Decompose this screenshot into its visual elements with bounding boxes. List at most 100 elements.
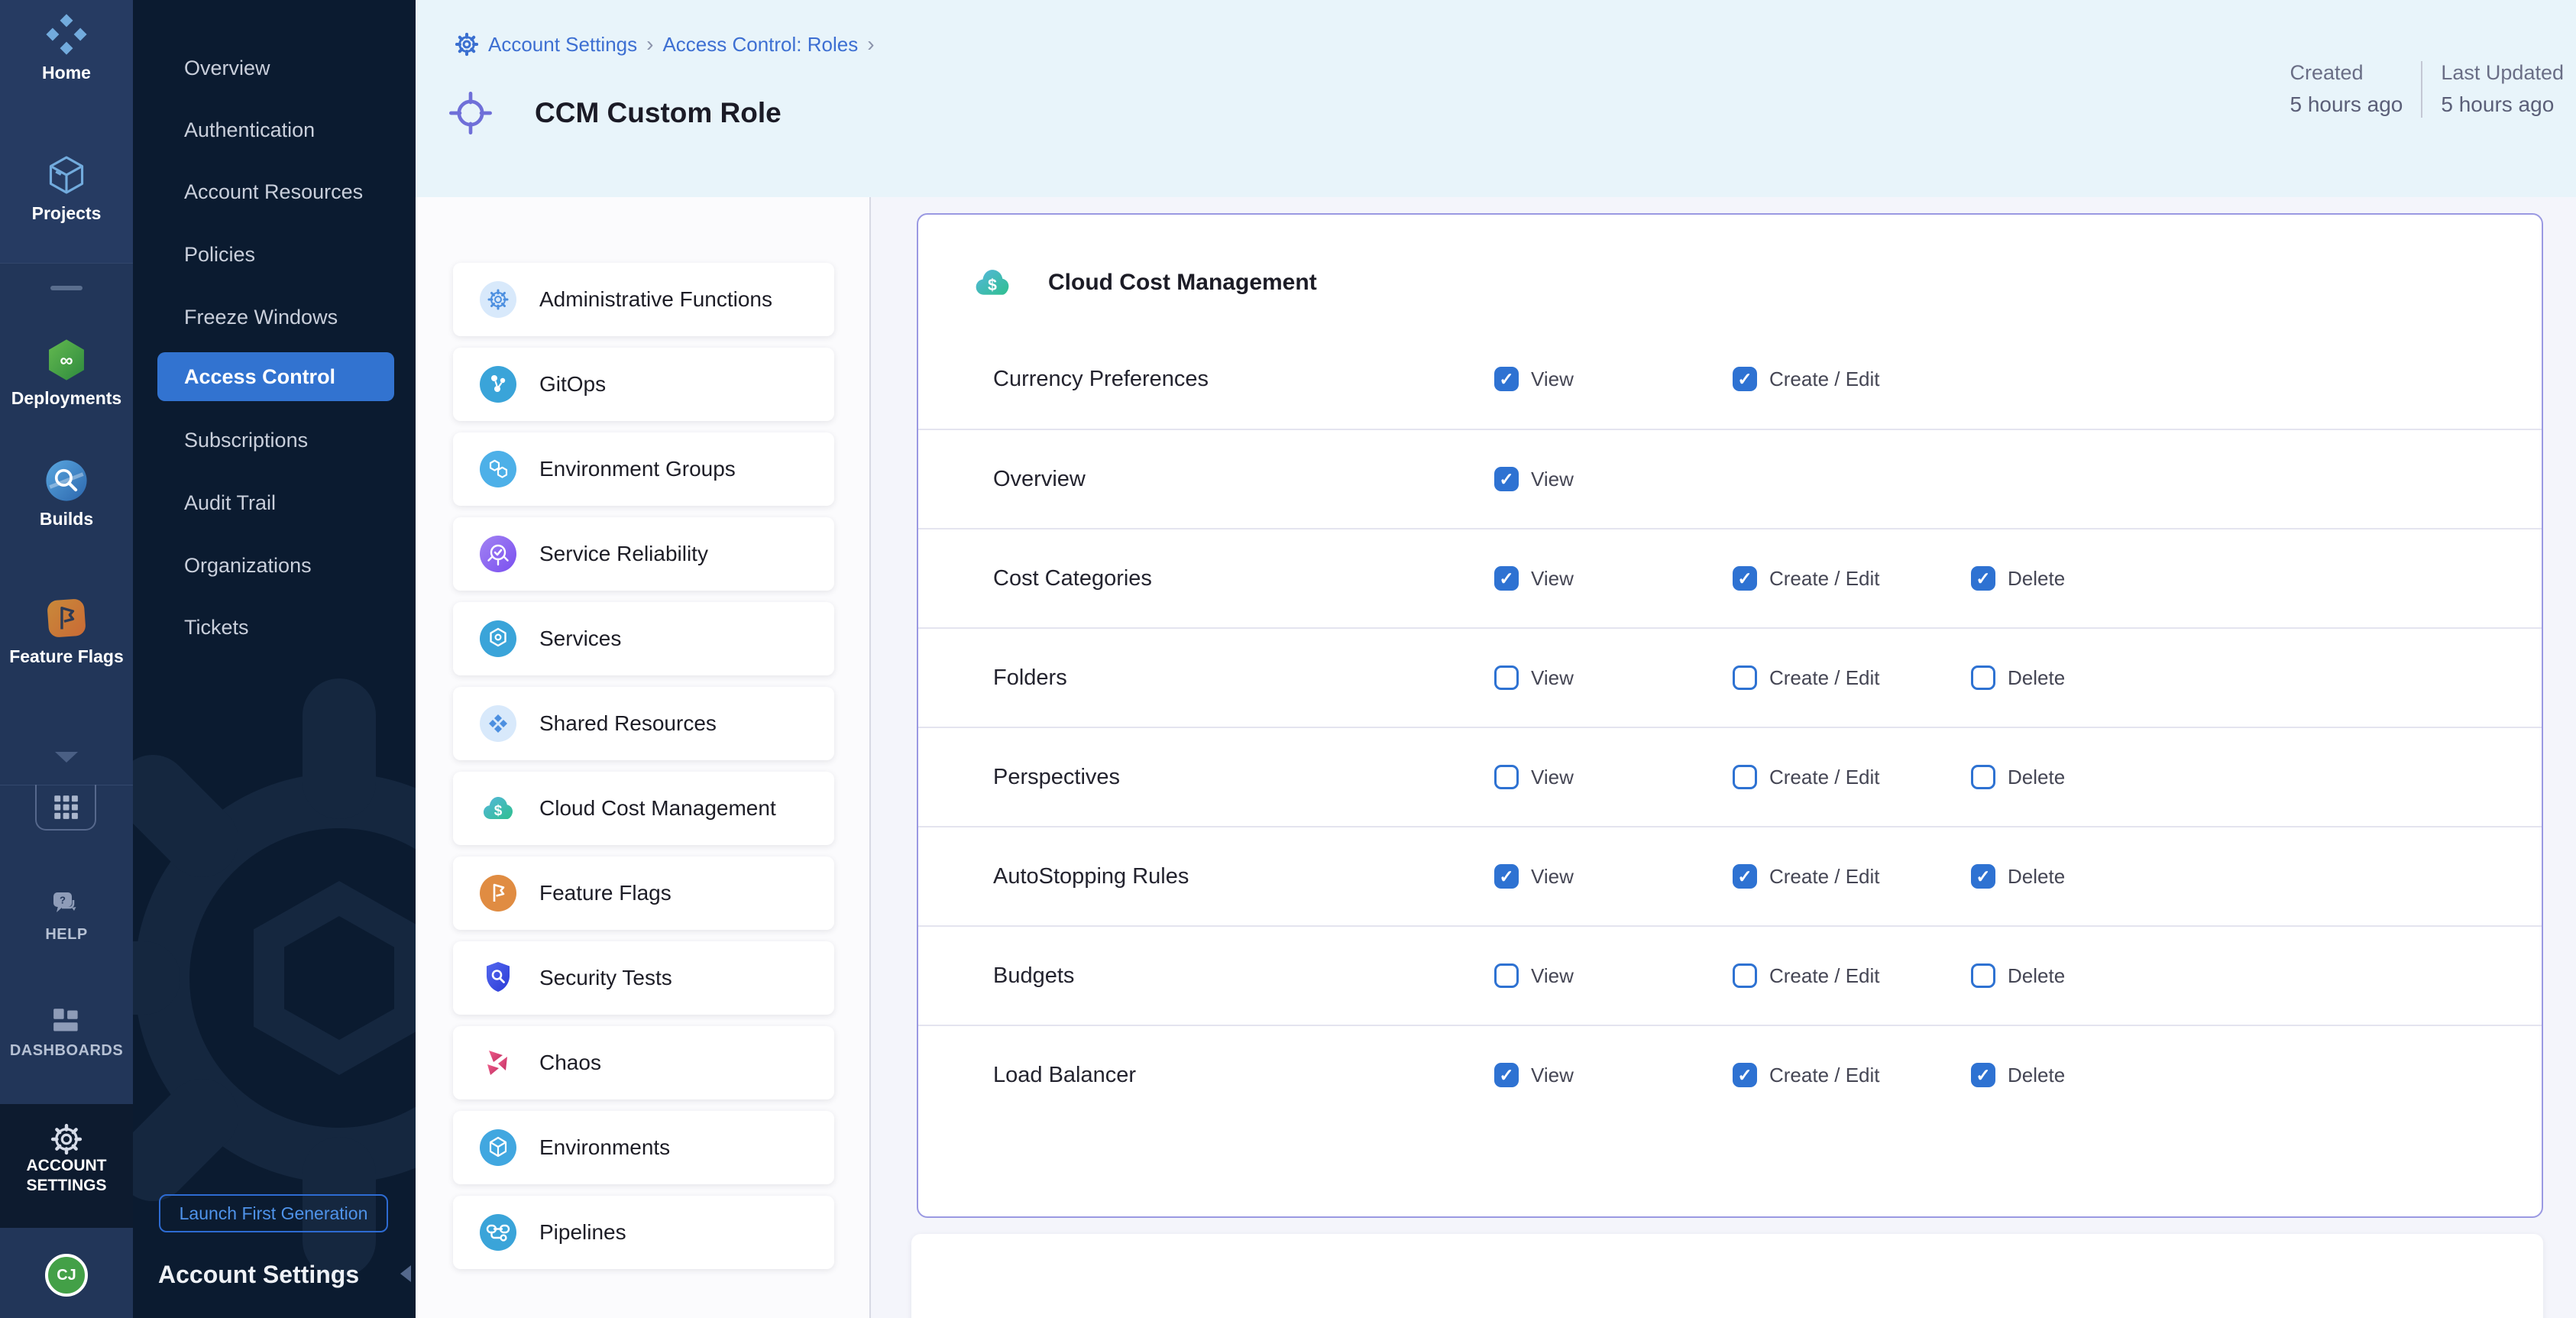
permission-cell-delete: Delete bbox=[1971, 927, 2065, 1025]
role-crosshair-icon bbox=[449, 92, 492, 134]
checkbox-view[interactable]: ✓ bbox=[1494, 566, 1519, 591]
checkbox-view[interactable] bbox=[1494, 963, 1519, 988]
permissions-area: $ Cloud Cost Management Currency Prefere… bbox=[872, 197, 2576, 1318]
resource-category-label: Shared Resources bbox=[539, 711, 717, 736]
subnav-item-access-control[interactable]: Access Control bbox=[157, 352, 394, 401]
sidebar-item-projects[interactable]: Projects bbox=[0, 153, 133, 223]
checkbox-delete[interactable] bbox=[1971, 765, 1995, 789]
subnav-item-tickets[interactable]: Tickets bbox=[133, 603, 416, 652]
modules-chevron-down-icon[interactable] bbox=[0, 750, 133, 768]
environments-icon bbox=[480, 1129, 516, 1166]
resource-category-label: Service Reliability bbox=[539, 542, 708, 566]
collapse-nav-icon[interactable] bbox=[396, 1262, 414, 1285]
checkbox-create-edit[interactable] bbox=[1733, 665, 1757, 690]
checkbox-delete[interactable]: ✓ bbox=[1971, 566, 1995, 591]
resource-category-cloud-cost-management[interactable]: $Cloud Cost Management bbox=[453, 772, 834, 845]
checkbox-label: Delete bbox=[2008, 666, 2065, 690]
checkbox-view[interactable]: ✓ bbox=[1494, 864, 1519, 889]
permission-row: Currency Preferences✓View✓Create / Edit bbox=[918, 329, 2542, 429]
checkbox-label: View bbox=[1531, 766, 1574, 789]
content-area: Account Settings›Access Control: Roles› … bbox=[416, 0, 2576, 1318]
checkbox-create-edit[interactable] bbox=[1733, 963, 1757, 988]
subnav-item-account-resources[interactable]: Account Resources bbox=[133, 167, 416, 216]
builds-icon bbox=[44, 458, 89, 503]
sidebar-item-deployments[interactable]: ∞Deployments bbox=[0, 338, 133, 408]
breadcrumb-separator: › bbox=[867, 32, 874, 57]
checkbox-create-edit[interactable]: ✓ bbox=[1733, 566, 1757, 591]
checkbox-create-edit[interactable]: ✓ bbox=[1733, 367, 1757, 391]
subnav-item-authentication[interactable]: Authentication bbox=[133, 105, 416, 154]
checkbox-label: View bbox=[1531, 368, 1574, 391]
checkbox-label: View bbox=[1531, 964, 1574, 988]
permission-cell-delete: Delete bbox=[1971, 629, 2065, 727]
checkbox-view[interactable]: ✓ bbox=[1494, 1063, 1519, 1087]
breadcrumb-link[interactable]: Account Settings bbox=[488, 33, 637, 57]
sidebar-item-account-settings[interactable]: ACCOUNT SETTINGS bbox=[0, 1104, 133, 1228]
app-root: Home Projects ∞Deployments Builds Feature Fl… bbox=[0, 0, 2576, 1318]
breadcrumb: Account Settings›Access Control: Roles› bbox=[455, 32, 875, 57]
last-updated-value: 5 hours ago bbox=[2441, 92, 2564, 117]
module-picker-button[interactable] bbox=[35, 785, 96, 831]
sidebar-item-dashboards[interactable]: DASHBOARDS bbox=[0, 1007, 133, 1061]
subnav-title: Account Settings bbox=[158, 1261, 359, 1289]
checkbox-delete[interactable] bbox=[1971, 665, 1995, 690]
checkbox-view[interactable] bbox=[1494, 665, 1519, 690]
account-settings-subnav: Overview Authentication Account Resources P… bbox=[133, 0, 416, 1318]
breadcrumb-gear-icon bbox=[455, 32, 479, 57]
checkbox-view[interactable]: ✓ bbox=[1494, 467, 1519, 491]
checkbox-view[interactable]: ✓ bbox=[1494, 367, 1519, 391]
subnav-item-subscriptions[interactable]: Subscriptions bbox=[133, 416, 416, 465]
resource-category-gitops[interactable]: GitOps bbox=[453, 348, 834, 421]
subnav-item-freeze-windows[interactable]: Freeze Windows bbox=[133, 293, 416, 342]
sidebar-item-home[interactable]: Home bbox=[0, 12, 133, 83]
resource-category-label: Security Tests bbox=[539, 966, 672, 990]
permission-cell-view: ✓View bbox=[1494, 827, 1574, 925]
checkbox-label: Create / Edit bbox=[1769, 1064, 1880, 1087]
created-label: Created bbox=[2290, 61, 2403, 85]
resource-category-security-tests[interactable]: Security Tests bbox=[453, 941, 834, 1015]
permission-row-label: Load Balancer bbox=[993, 1026, 1136, 1124]
permission-cell-create-edit: ✓Create / Edit bbox=[1733, 529, 1880, 627]
checkbox-delete[interactable]: ✓ bbox=[1971, 1063, 1995, 1087]
resource-category-list: Administrative Functions GitOps Environmen… bbox=[416, 197, 871, 1318]
sidebar-item-help[interactable]: ?HELP bbox=[0, 891, 133, 944]
launch-first-generation-button[interactable]: Launch First Generation bbox=[159, 1194, 388, 1232]
checkbox-create-edit[interactable]: ✓ bbox=[1733, 864, 1757, 889]
resource-category-pipelines[interactable]: Pipelines bbox=[453, 1196, 834, 1269]
permission-cell-create-edit: Create / Edit bbox=[1733, 728, 1880, 826]
gear-icon bbox=[50, 1122, 83, 1156]
resource-category-environments[interactable]: Environments bbox=[453, 1111, 834, 1184]
svg-text:∞: ∞ bbox=[60, 350, 73, 371]
checkbox-create-edit[interactable] bbox=[1733, 765, 1757, 789]
chaos-icon bbox=[480, 1044, 516, 1081]
feature-flags-module-icon bbox=[44, 596, 89, 640]
resource-category-services[interactable]: Services bbox=[453, 602, 834, 675]
subnav-item-policies[interactable]: Policies bbox=[133, 230, 416, 279]
subnav-item-audit-trail[interactable]: Audit Trail bbox=[133, 478, 416, 527]
checkbox-delete[interactable] bbox=[1971, 963, 1995, 988]
permission-cell-view: View bbox=[1494, 629, 1574, 727]
checkbox-delete[interactable]: ✓ bbox=[1971, 864, 1995, 889]
resource-category-environment-groups[interactable]: Environment Groups bbox=[453, 432, 834, 506]
resource-category-chaos[interactable]: Chaos bbox=[453, 1026, 834, 1099]
resource-category-service-reliability[interactable]: Service Reliability bbox=[453, 517, 834, 591]
breadcrumb-link[interactable]: Access Control: Roles bbox=[662, 33, 858, 57]
checkbox-view[interactable] bbox=[1494, 765, 1519, 789]
sidebar-item-builds[interactable]: Builds bbox=[0, 458, 133, 529]
permission-row-label: Perspectives bbox=[993, 728, 1120, 826]
page-title-row: CCM Custom Role bbox=[449, 92, 782, 134]
resource-category-label: Cloud Cost Management bbox=[539, 796, 776, 821]
resource-category-feature-flags[interactable]: Feature Flags bbox=[453, 857, 834, 930]
panel-title: Cloud Cost Management bbox=[1048, 270, 1317, 296]
checkbox-create-edit[interactable]: ✓ bbox=[1733, 1063, 1757, 1087]
permission-row-label: Overview bbox=[993, 430, 1086, 528]
subnav-item-overview[interactable]: Overview bbox=[133, 44, 416, 92]
subnav-item-organizations[interactable]: Organizations bbox=[133, 541, 416, 590]
resource-category-shared-resources[interactable]: Shared Resources bbox=[453, 687, 834, 760]
resource-category-administrative-functions[interactable]: Administrative Functions bbox=[453, 263, 834, 336]
resource-category-label: Services bbox=[539, 627, 621, 651]
account-settings-label-line1: ACCOUNT bbox=[27, 1157, 107, 1174]
sidebar-item-feature-flags[interactable]: Feature Flags bbox=[0, 596, 133, 666]
permission-cell-create-edit: ✓ Create / Edit bbox=[1733, 1026, 1880, 1124]
avatar[interactable]: CJ bbox=[45, 1254, 88, 1297]
